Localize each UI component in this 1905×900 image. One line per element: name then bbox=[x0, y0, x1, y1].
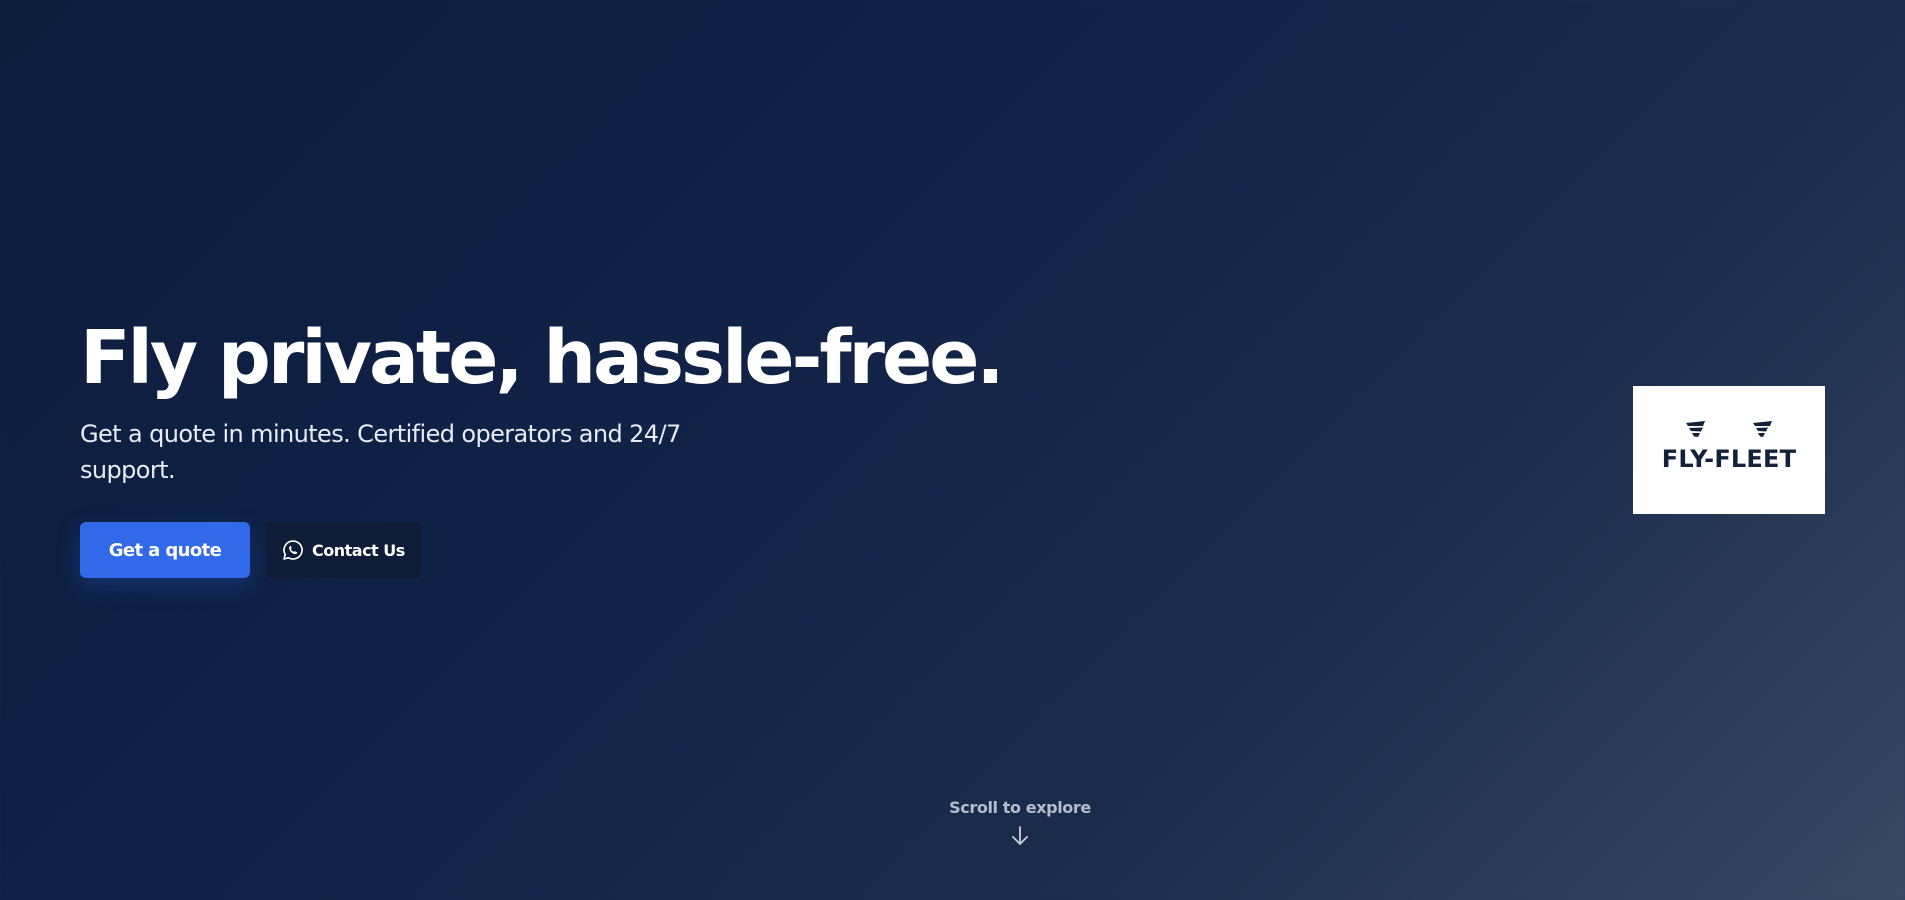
whatsapp-icon bbox=[282, 539, 304, 561]
arrow-down-icon bbox=[1012, 826, 1028, 845]
logo-text: FLY-FLEET bbox=[1661, 445, 1797, 473]
scroll-hint[interactable]: Scroll to explore bbox=[0, 798, 1905, 847]
hero-subtitle: Get a quote in minutes. Certified operat… bbox=[80, 420, 681, 484]
contact-us-label: Contact Us bbox=[312, 540, 405, 560]
get-quote-button[interactable]: Get a quote bbox=[80, 522, 250, 578]
fly-fleet-logo: FLY-FLEET bbox=[1633, 386, 1825, 514]
hero-section: Fly private, hassle-free. Get a quote in… bbox=[80, 315, 1005, 578]
hero-title: Fly private, hassle-free. bbox=[80, 315, 1005, 401]
contact-us-button[interactable]: Contact Us bbox=[266, 522, 421, 578]
hero-actions: Get a quote Contact Us bbox=[80, 522, 980, 578]
wings-icon bbox=[1686, 421, 1772, 437]
scroll-label: Scroll to explore bbox=[949, 798, 1091, 817]
